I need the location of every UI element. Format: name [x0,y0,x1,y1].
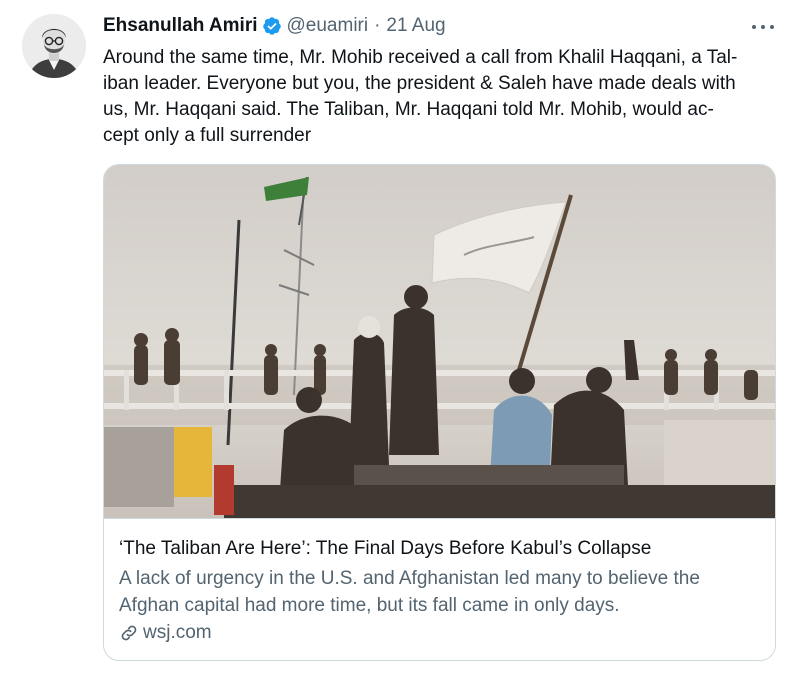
tweet: Ehsanullah Amiri @euamiri · 21 Aug Aroun… [0,0,796,673]
author-handle[interactable]: @euamiri [287,15,369,37]
card-domain-text: wsj.com [143,622,212,643]
card-description: A lack of urgency in the U.S. and Afghan… [119,565,759,619]
card-domain[interactable]: wsj.com [119,621,212,645]
more-dot [770,25,774,29]
tweet-text-line: cept only a full surrender [103,125,312,146]
card-title[interactable]: ‘The Taliban Are Here’: The Final Days B… [119,537,651,561]
verified-badge-icon [262,16,282,36]
tweet-text: Around the same time, Mr. Mohib received… [103,45,775,149]
avatar[interactable] [22,14,86,78]
avatar-portrait [22,14,86,78]
card-description-line: Afghan capital had more time, but its fa… [119,595,620,616]
link-preview-card[interactable]: ‘The Taliban Are Here’: The Final Days B… [103,164,776,661]
author-name[interactable]: Ehsanullah Amiri [103,15,258,37]
link-icon [119,623,139,643]
card-image[interactable] [104,165,775,518]
more-options-icon[interactable] [752,20,774,34]
tweet-date[interactable]: 21 Aug [386,15,445,37]
tweet-text-line: us, Mr. Haqqani said. The Taliban, Mr. H… [103,99,714,120]
tweet-text-line: iban leader. Everyone but you, the presi… [103,73,736,94]
card-divider [104,518,775,519]
more-dot [761,25,765,29]
tweet-text-line: Around the same time, Mr. Mohib received… [103,47,738,68]
card-description-line: A lack of urgency in the U.S. and Afghan… [119,568,700,589]
header-separator: · [374,15,381,36]
more-dot [752,25,756,29]
tweet-header: Ehsanullah Amiri @euamiri · 21 Aug [103,14,446,38]
